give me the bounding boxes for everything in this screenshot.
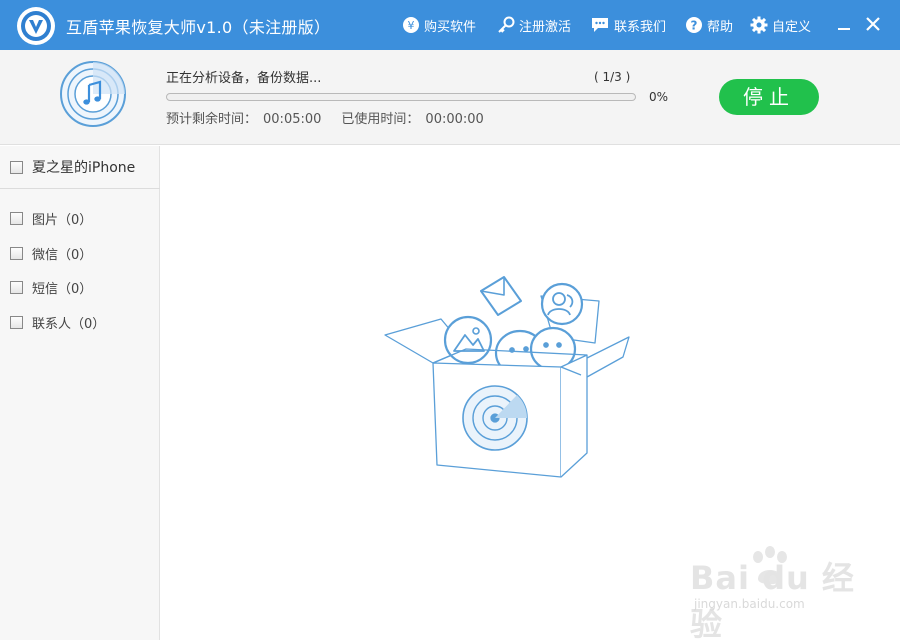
sidebar: 夏之星的iPhone 图片（0） 微信（0） 短信（0） 联系人（0） — [0, 146, 160, 640]
open-box-scan-illustration — [384, 276, 630, 478]
contact-us-label: 联系我们 — [614, 19, 667, 35]
remaining-time-value: 00:05:00 — [263, 112, 322, 127]
category-item-sms[interactable]: 短信（0） — [10, 278, 92, 297]
key-icon — [498, 16, 515, 33]
progress-panel: 正在分析设备，备份数据... ( 1/3 ) 0% 预计剩余时间： 00:05:0… — [0, 50, 900, 145]
buy-software-label: 购买软件 — [424, 19, 477, 35]
category-label: 联系人（0） — [32, 317, 106, 332]
chat-bubble-icon — [592, 18, 608, 32]
envelope-icon — [480, 276, 522, 316]
yen-coin-icon: ¥ — [403, 17, 419, 33]
category-item-wechat[interactable]: 微信（0） — [10, 244, 92, 263]
question-icon: ? — [686, 17, 702, 33]
device-name: 夏之星的iPhone — [32, 160, 136, 176]
progress-percent: 0% — [649, 90, 669, 104]
app-title: 互盾苹果恢复大师v1.0（未注册版） — [66, 18, 331, 37]
title-bar: 互盾苹果恢复大师v1.0（未注册版） ¥ 购买软件 注册激活 联系我们 ? 帮助 — [0, 0, 900, 50]
svg-text:?: ? — [691, 19, 698, 33]
register-activate-button[interactable]: 注册激活 — [497, 14, 571, 36]
customize-button[interactable]: 自定义 — [750, 14, 811, 36]
category-checkbox[interactable] — [10, 247, 23, 260]
contact-circle-icon — [540, 282, 584, 326]
customize-label: 自定义 — [772, 19, 812, 35]
category-label: 微信（0） — [32, 248, 93, 263]
category-checkbox[interactable] — [10, 316, 23, 329]
help-label: 帮助 — [707, 19, 734, 35]
minimize-icon[interactable] — [834, 14, 854, 34]
itunes-radar-icon — [60, 61, 126, 127]
buy-software-button[interactable]: ¥ 购买软件 — [402, 14, 476, 36]
device-checkbox[interactable] — [10, 160, 23, 174]
category-label: 图片（0） — [32, 213, 93, 228]
baidu-watermark: Bai du 经验 jingyan.baidu.com — [690, 545, 870, 640]
register-activate-label: 注册激活 — [519, 19, 572, 35]
category-item-photos[interactable]: 图片（0） — [10, 209, 92, 228]
svg-text:¥: ¥ — [408, 19, 415, 32]
elapsed-time-value: 00:00:00 — [425, 112, 484, 127]
category-checkbox[interactable] — [10, 212, 23, 225]
progress-status-text: 正在分析设备，备份数据... — [166, 71, 322, 86]
category-checkbox[interactable] — [10, 281, 23, 294]
help-button[interactable]: ? 帮助 — [685, 14, 733, 36]
stop-button[interactable]: 停止 — [719, 79, 819, 115]
category-label: 短信（0） — [32, 282, 93, 297]
photo-circle-icon — [443, 315, 493, 365]
time-info: 预计剩余时间： 00:05:00 已使用时间： 00:00:00 — [166, 108, 490, 127]
contact-us-button[interactable]: 联系我们 — [590, 14, 666, 36]
remaining-time-label: 预计剩余时间： — [166, 112, 258, 127]
close-icon[interactable] — [863, 14, 883, 34]
app-logo-icon — [17, 7, 55, 45]
progress-bar — [166, 93, 636, 101]
watermark-url: jingyan.baidu.com — [694, 597, 805, 611]
category-item-contacts[interactable]: 联系人（0） — [10, 313, 105, 332]
progress-step: ( 1/3 ) — [594, 70, 631, 84]
device-item[interactable]: 夏之星的iPhone — [0, 146, 160, 189]
elapsed-time-label: 已使用时间： — [341, 112, 420, 127]
gear-icon — [750, 16, 768, 34]
radar-icon — [462, 385, 528, 451]
